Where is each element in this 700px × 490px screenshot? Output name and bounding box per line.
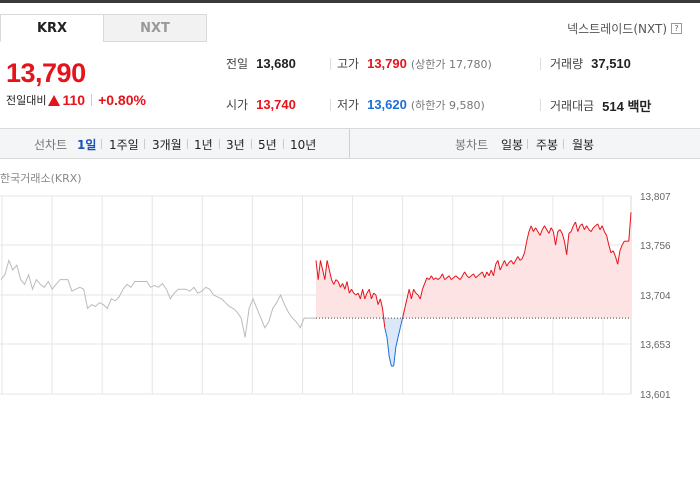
change-amount: 110 [62, 92, 86, 108]
stat-value: 13,790 [367, 56, 407, 71]
stat-value: 514 백만 [602, 99, 652, 114]
stat-open: 시가 13,740 [226, 96, 296, 113]
divider [283, 139, 284, 149]
divider [251, 139, 252, 149]
tab-nxt[interactable]: NXT [103, 14, 207, 42]
stat-low: 저가 13,620 (하한가 9,580) [337, 96, 485, 113]
stat-sub: (상한가 17,780) [410, 57, 492, 71]
tab-1y[interactable]: 1년 [194, 136, 213, 153]
divider [187, 139, 188, 149]
price-change: 전일대비 110 +0.80% [6, 92, 146, 108]
stat-label: 고가 [337, 57, 360, 71]
tab-5y[interactable]: 5년 [258, 136, 277, 153]
tab-1d[interactable]: 1일 [77, 136, 96, 153]
tab-weekly[interactable]: 주봉 [536, 136, 558, 153]
tab-monthly[interactable]: 월봉 [572, 136, 594, 153]
series-line-prev [0, 258, 316, 338]
stat-value: 13,740 [256, 97, 296, 112]
intraday-price-chart[interactable]: 13,807 13,756 13,704 13,653 13,601 [0, 185, 700, 400]
stat-prev-close: 전일 13,680 [226, 55, 296, 72]
divider [527, 139, 528, 149]
stats-panel: 전일 13,680 고가 13,790 (상한가 17,780) 거래량 37,… [210, 50, 700, 126]
period-tab-bar: 선차트 1일 1주일 3개월 1년 3년 5년 10년 봉차트 일봉 주봉 월봉 [0, 128, 700, 159]
stat-label: 전일 [226, 57, 249, 71]
change-percent: +0.80% [98, 92, 146, 108]
stat-value: 37,510 [591, 56, 631, 71]
help-icon[interactable]: ? [671, 23, 682, 34]
stat-high: 고가 13,790 (상한가 17,780) [337, 55, 492, 72]
y-tick-label: 13,704 [640, 291, 671, 302]
divider [101, 139, 102, 149]
divider [219, 139, 220, 149]
candle-chart-label: 봉차트 [455, 138, 489, 152]
tab-group-divider [349, 129, 350, 158]
line-chart-label: 선차트 [34, 138, 68, 152]
tab-daily[interactable]: 일봉 [501, 136, 523, 153]
stat-value: 13,620 [367, 97, 407, 112]
tab-10y[interactable]: 10년 [290, 136, 316, 153]
stat-volume: 거래량 37,510 [550, 55, 631, 72]
divider [330, 58, 331, 70]
area-below-baseline [316, 318, 631, 367]
y-tick-label: 13,756 [640, 241, 671, 252]
chart-caption: 한국거래소(KRX) [0, 172, 82, 185]
stat-label: 거래량 [550, 57, 584, 71]
divider [540, 58, 541, 70]
y-tick-label: 13,601 [640, 390, 671, 400]
nxt-link[interactable]: 넥스트레이드(NXT) ? [567, 20, 682, 37]
divider [563, 139, 564, 149]
stat-label: 거래대금 [550, 99, 595, 113]
divider [330, 99, 331, 111]
nxt-link-label: 넥스트레이드(NXT) [567, 22, 667, 36]
stat-label: 저가 [337, 98, 360, 112]
stat-label: 시가 [226, 98, 249, 112]
stat-sub: (하한가 9,580) [410, 98, 485, 112]
change-label: 전일대비 [6, 94, 47, 107]
stat-trade-value: 거래대금 514 백만 [550, 96, 651, 115]
divider [540, 99, 541, 111]
tab-krx[interactable]: KRX [0, 14, 104, 42]
up-arrow-icon [48, 94, 61, 106]
divider [91, 94, 93, 106]
divider [144, 139, 145, 149]
y-tick-label: 13,807 [640, 192, 671, 203]
tab-3m[interactable]: 3개월 [152, 136, 182, 153]
stat-value: 13,680 [256, 56, 296, 71]
tab-3y[interactable]: 3년 [226, 136, 245, 153]
top-border [0, 0, 700, 3]
current-price: 13,790 [6, 58, 86, 88]
y-tick-label: 13,653 [640, 340, 671, 351]
tab-1w[interactable]: 1주일 [109, 136, 139, 153]
market-tabs: KRX NXT [0, 14, 210, 42]
